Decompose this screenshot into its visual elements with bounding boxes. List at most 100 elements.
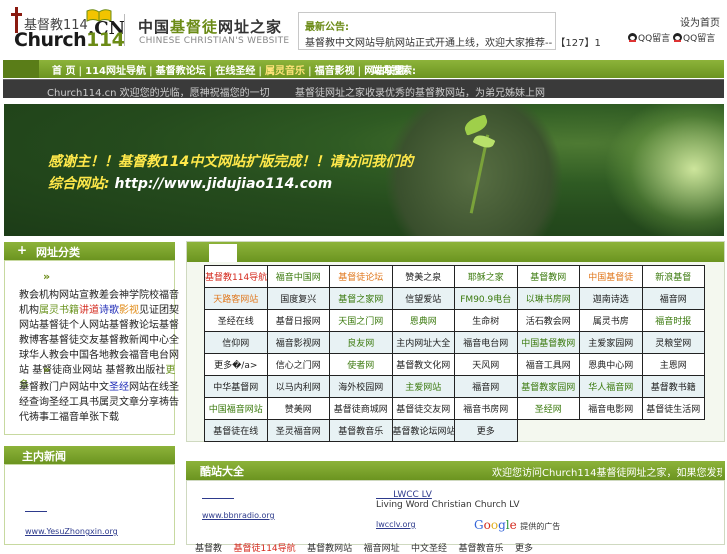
cool-site-link[interactable]: 中文圣经 <box>411 544 447 554</box>
directory-link[interactable]: 活石教会网 <box>516 309 580 332</box>
directory-link[interactable]: 信仰网 <box>204 331 268 354</box>
directory-link[interactable]: 基督教文化网 <box>391 353 455 376</box>
directory-link[interactable]: 华人福音网 <box>579 375 643 398</box>
news-link[interactable]: www.YesuZhongxin.org <box>25 527 118 536</box>
category-link[interactable]: 属灵书籍 <box>39 305 79 316</box>
qq-message-link-1[interactable]: QQ留言 <box>628 33 670 44</box>
google-ads-label[interactable]: Google 提供的广告 <box>474 518 560 532</box>
directory-link[interactable]: 迦南诗选 <box>579 287 643 310</box>
nav-item-home[interactable]: 首 页 <box>50 62 77 77</box>
directory-link[interactable]: 基督教家园网 <box>516 375 580 398</box>
directory-link[interactable]: 圣灵福音网 <box>266 419 330 442</box>
directory-link[interactable]: 信望爱站 <box>391 287 455 310</box>
category-link[interactable]: 诗歌 <box>99 305 119 316</box>
directory-link[interactable]: 福音时报 <box>641 309 705 332</box>
directory-link[interactable]: 基督徒交友网 <box>391 397 455 420</box>
category-link[interactable]: 影视 <box>119 305 139 316</box>
cool-site-link[interactable]: 基督教 <box>195 544 222 554</box>
directory-link[interactable]: 福音电台网 <box>454 331 518 354</box>
nav-item-forum[interactable]: 基督教论坛 <box>154 62 208 77</box>
directory-link[interactable]: 主内网址大全 <box>391 331 455 354</box>
cool-site-link[interactable]: 更多 <box>515 544 533 554</box>
directory-link[interactable]: 基督徒在线 <box>204 419 268 442</box>
cool-site-link[interactable]: 福音网址 <box>364 544 400 554</box>
category-links[interactable]: 基督徒商业网站 基督教出版社 <box>32 365 165 376</box>
directory-link[interactable]: 天风网 <box>454 353 518 376</box>
directory-link[interactable]: 海外校园网 <box>329 375 393 398</box>
ad-url[interactable]: lwcclv.org <box>376 520 416 529</box>
directory-link[interactable]: 福音网 <box>454 375 518 398</box>
nav-item-114[interactable]: 114网址导航 <box>83 62 148 77</box>
directory-link[interactable]: 福音工具网 <box>516 353 580 376</box>
notice-text[interactable]: 基督教中文网站导航网站正式开通上线，欢迎大家推荐-- 【127】1 <box>305 34 601 49</box>
directory-link[interactable]: 赞美之泉 <box>391 265 455 288</box>
cool-site-link[interactable]: 基督教音乐 <box>459 544 504 554</box>
directory-link[interactable]: 更多�/a> <box>204 353 268 376</box>
directory-link[interactable]: 使者网 <box>329 353 393 376</box>
ad-url[interactable]: www.bbnradio.org <box>202 511 275 520</box>
cool-site-link[interactable]: 基督徒114导航 <box>233 544 295 554</box>
logo-divider <box>124 14 125 46</box>
directory-link[interactable]: 基督徒生活网 <box>641 397 705 420</box>
directory-link[interactable]: FM90.9电台 <box>454 287 518 310</box>
set-homepage-link[interactable]: 设为首页 <box>640 14 720 29</box>
directory-link[interactable]: 基督教音乐 <box>329 419 393 442</box>
directory-link[interactable]: 中国基督徒 <box>579 265 643 288</box>
directory-link[interactable]: 生命树 <box>454 309 518 332</box>
ad-title[interactable]: LWCC LV <box>376 490 432 500</box>
directory-link[interactable]: 耶稣之家 <box>454 265 518 288</box>
cool-site-link[interactable]: 基督教网站 <box>307 544 352 554</box>
directory-link[interactable]: 信心之门网 <box>266 353 330 376</box>
directory-link[interactable]: 灵粮堂网 <box>641 331 705 354</box>
nav-item-video[interactable]: 福音影视 <box>313 62 357 77</box>
directory-link[interactable]: 中国基督教网 <box>516 331 580 354</box>
directory-link[interactable]: 主爱家园网 <box>579 331 643 354</box>
nav-corner <box>3 60 39 78</box>
site-logo[interactable]: Church114 <box>14 29 125 51</box>
directory-link[interactable]: 福音中国网 <box>266 265 330 288</box>
directory-link[interactable]: 天路客网站 <box>204 287 268 310</box>
category-link[interactable]: 圣经 <box>109 382 129 393</box>
directory-link[interactable]: 基督徒商城网 <box>329 397 393 420</box>
directory-link[interactable]: 天国之门网 <box>329 309 393 332</box>
directory-link[interactable]: 以琳书房网 <box>516 287 580 310</box>
ad-title-underline[interactable] <box>202 498 234 499</box>
directory-link[interactable]: 主恩网 <box>641 353 705 376</box>
directory-link[interactable]: 国度复兴 <box>266 287 330 310</box>
category-links[interactable]: 基督教门户网站中文 <box>19 382 109 393</box>
directory-link[interactable]: 中国福音网站 <box>204 397 268 420</box>
directory-link[interactable]: 赞美网 <box>266 397 330 420</box>
directory-link[interactable]: 基督教书籍 <box>641 375 705 398</box>
directory-row: 中国福音网站 赞美网 基督徒商城网 基督徒交友网 福音书房网 圣经网 福音电影网 基督徒生活网 <box>204 397 705 420</box>
directory-link[interactable]: 恩典网 <box>391 309 455 332</box>
directory-link[interactable]: 基督徒论坛 <box>329 265 393 288</box>
nav-item-music[interactable]: 属灵音乐 <box>263 62 307 77</box>
directory-link[interactable]: 福音电影网 <box>579 397 643 420</box>
directory-link[interactable]: 更多 <box>454 419 518 442</box>
directory-link[interactable]: 基督日报网 <box>266 309 330 332</box>
hero-banner[interactable]: 感谢主！！基督教114中文网站扩版完成！！请访问我们的 综合网站: http:/… <box>4 104 724 236</box>
directory-link[interactable]: 基督教114导航 <box>204 265 268 288</box>
site-title: 中国基督徒网址之家 <box>138 16 282 37</box>
directory-link[interactable]: 基督教论坛网站 <box>391 419 455 442</box>
directory-link[interactable]: 新浪基督 <box>641 265 705 288</box>
directory-link[interactable]: 主爱网站 <box>391 375 455 398</box>
directory-tab[interactable] <box>209 244 237 262</box>
directory-link[interactable]: 圣经在线 <box>204 309 268 332</box>
directory-empty-cell <box>517 420 705 442</box>
directory-link[interactable]: 基督教网 <box>516 265 580 288</box>
nav-item-bible[interactable]: 在线圣经 <box>213 62 257 77</box>
category-link[interactable]: 讲道 <box>79 305 99 316</box>
directory-link[interactable]: 福音网 <box>641 287 705 310</box>
directory-link[interactable]: 中华基督网 <box>204 375 268 398</box>
directory-link[interactable]: 以马内利网 <box>266 375 330 398</box>
directory-link[interactable]: 福音影视网 <box>266 331 330 354</box>
banner-url[interactable]: http://www.jidujiao114.com <box>114 176 332 192</box>
directory-link[interactable]: 良友网 <box>329 331 393 354</box>
directory-link[interactable]: 基督之家网 <box>329 287 393 310</box>
directory-link[interactable]: 属灵书房 <box>579 309 643 332</box>
qq-message-link-2[interactable]: QQ留言 <box>673 33 715 44</box>
directory-link[interactable]: 圣经网 <box>516 397 580 420</box>
directory-link[interactable]: 福音书房网 <box>454 397 518 420</box>
directory-link[interactable]: 恩典中心网 <box>579 353 643 376</box>
